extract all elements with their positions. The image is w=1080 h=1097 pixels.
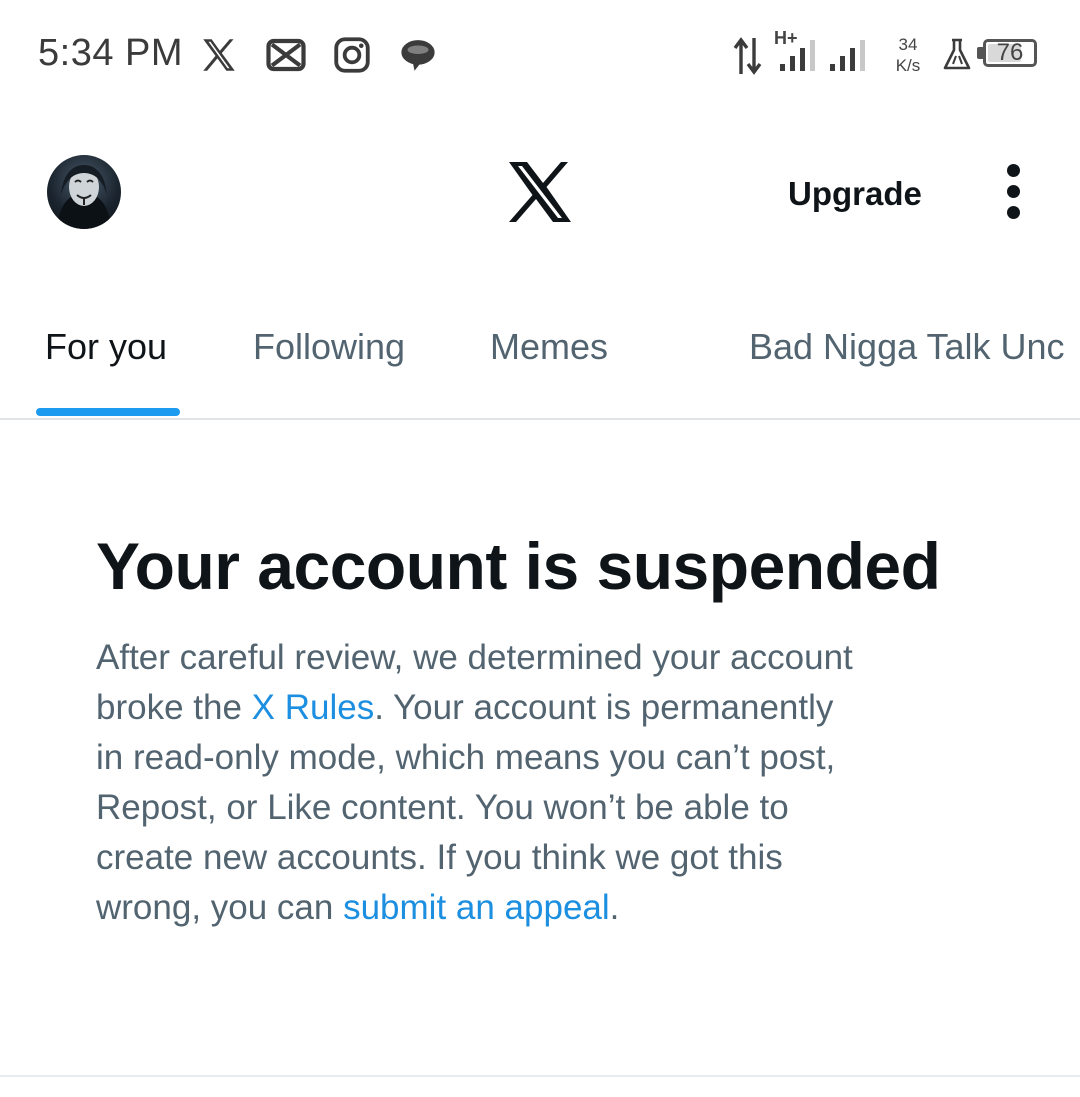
vertical-dots-icon — [1007, 185, 1020, 198]
data-transfer-icon — [733, 37, 762, 75]
tab-following[interactable]: Following — [253, 326, 405, 368]
network-speed-unit: K/s — [895, 56, 921, 75]
message-text: broke the — [96, 688, 252, 727]
signal-strength-secondary-icon — [830, 40, 865, 71]
battery-level: 76 — [996, 39, 1024, 66]
bottom-divider — [0, 1075, 1080, 1077]
network-speed-value: 34 — [898, 35, 918, 54]
upgrade-button[interactable]: Upgrade — [772, 170, 938, 218]
message-line: Repost, or Like content. You won’t be ab… — [96, 788, 789, 827]
tab-memes[interactable]: Memes — [490, 326, 608, 368]
vertical-dots-icon — [1007, 164, 1020, 177]
anonymous-mask-avatar-icon — [57, 165, 111, 229]
more-options-button[interactable] — [992, 160, 1036, 224]
chat-bubble-icon — [401, 40, 435, 71]
profile-avatar[interactable] — [47, 155, 121, 229]
status-bar: 5:34 PM H+ 34 K/s 76 — [0, 0, 1080, 110]
message-line: broke the X Rules. Your account is perma… — [96, 683, 996, 733]
suspension-title: Your account is suspended — [96, 529, 941, 603]
tabs-divider — [0, 418, 1080, 420]
message-line: After careful review, we determined your… — [96, 638, 853, 677]
message-text: . — [609, 888, 620, 927]
vertical-dots-icon — [1007, 206, 1020, 219]
tab-for-you[interactable]: For you — [45, 326, 167, 368]
x-rules-link[interactable]: X Rules — [252, 688, 375, 727]
signal-strength-icon — [780, 40, 815, 71]
capcut-icon — [266, 38, 306, 72]
active-tab-indicator — [36, 408, 180, 416]
battery-indicator: 76 — [983, 39, 1037, 67]
message-line: create new accounts. If you think we got… — [96, 838, 783, 877]
message-line: in read-only mode, which means you can’t… — [96, 738, 836, 777]
instagram-icon — [334, 37, 370, 73]
x-logo-icon[interactable] — [507, 162, 573, 222]
message-text: . Your account is permanently — [374, 688, 834, 727]
timeline-tabs: For you Following Memes Bad Nigga Talk U… — [0, 300, 1080, 420]
status-time: 5:34 PM — [38, 32, 184, 74]
x-app-icon — [203, 39, 235, 71]
network-speed: 34 K/s — [888, 34, 928, 76]
suspension-message: After careful review, we determined your… — [96, 633, 996, 933]
message-line: wrong, you can submit an appeal. — [96, 883, 996, 933]
message-text: wrong, you can — [96, 888, 344, 927]
tab-bad-nigga-talk-unc[interactable]: Bad Nigga Talk Unc — [749, 326, 1065, 368]
flask-icon — [943, 38, 971, 70]
submit-appeal-link[interactable]: submit an appeal — [343, 888, 610, 927]
